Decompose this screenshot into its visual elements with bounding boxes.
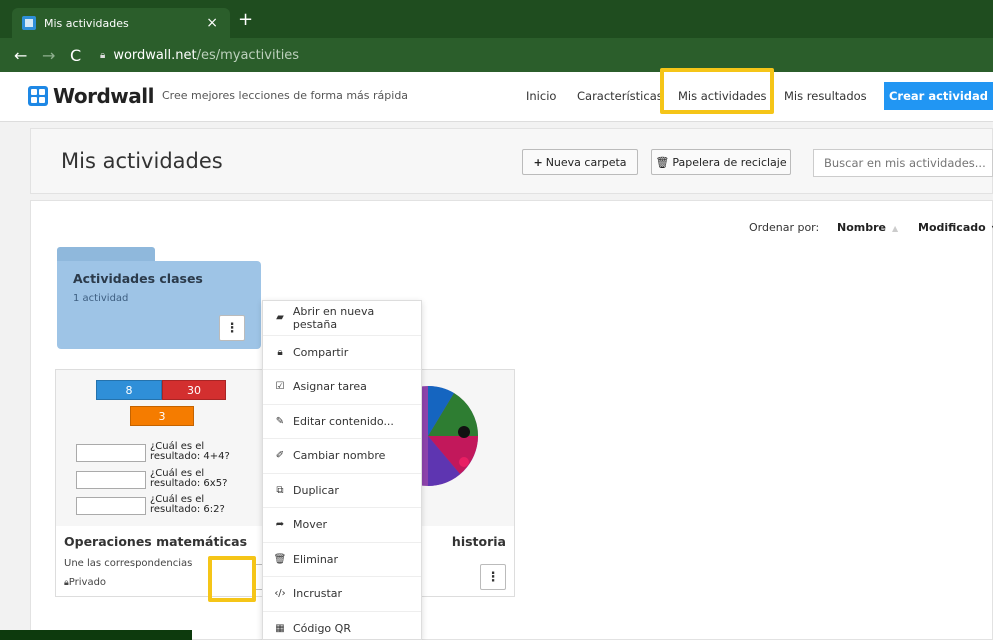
menu-item-move[interactable]: ➦ Mover [263,508,421,543]
lock-icon: 🔒︎ [100,49,106,61]
menu-item-label: Incrustar [293,587,343,601]
menu-item-label: Abrir en nueva pestaña [292,304,375,331]
activity-title: Operaciones matemáticas [64,534,248,549]
back-arrow-icon[interactable]: ← [14,46,28,65]
lock-icon: 🔒︎ [277,346,283,358]
logo-text: Wordwall [53,84,154,108]
nav-mis-resultados[interactable]: Mis resultados [784,89,867,103]
tab-close-icon[interactable]: × [206,15,218,31]
trash-icon: 🗑︎ [655,155,670,169]
recycle-bin-label: Papelera de reciclaje [672,155,787,169]
answer-box [76,444,146,462]
privacy-label: 🔒︎Privado [64,577,106,588]
menu-item-delete[interactable]: 🗑︎ Eliminar [263,543,421,577]
menu-item-label: Código QR [293,622,351,636]
code-icon: ‹/› [274,588,286,600]
folder-title: Actividades clases [73,271,203,286]
status-bar [0,630,192,640]
menu-item-assign[interactable]: ☑ Asignar tarea [263,370,421,405]
folder-card[interactable]: Actividades clases 1 actividad ⋮ [57,261,261,349]
folder-count: 1 actividad [73,293,129,304]
sort-by-name[interactable]: Nombre ▲ [837,221,898,234]
nav-inicio[interactable]: Inicio [526,89,556,103]
browser-tab-bar: Mis actividades × + [0,0,993,38]
highlight-box-menu-button [208,556,256,602]
menu-item-open-new-tab[interactable]: ▰ Abrir en nueva pestaña [263,301,421,336]
wordwall-favicon-icon [22,16,36,30]
menu-item-qr-code[interactable]: ▦ Código QR [263,612,421,640]
sort-name-label: Nombre [837,221,886,234]
menu-item-label: Eliminar [293,552,339,566]
menu-item-edit-content[interactable]: ✎ Editar contenido... [263,405,421,439]
menu-item-label: Editar contenido... [293,414,394,428]
url-field[interactable]: 🔒︎ wordwall.net/es/myactivities [100,48,299,63]
answer-tile: 30 [162,380,226,400]
move-folder-icon: ➦ [275,519,285,531]
question-text: ¿Cuál es el resultado: 6x5? [150,468,228,489]
plus-icon: + [533,155,543,169]
url-domain: wordwall.net [113,47,197,63]
folder-menu-button[interactable]: ⋮ [219,315,245,341]
copy-icon: ⧉ [276,484,284,496]
tab-title: Mis actividades [44,16,129,30]
page-title: Mis actividades [61,149,223,173]
create-activity-button[interactable]: Crear actividad [884,82,993,110]
url-path: /es/myactivities [196,47,300,63]
address-bar: ← → C 🔒︎ wordwall.net/es/myactivities [0,38,993,72]
reload-icon[interactable]: C [70,46,84,65]
wordwall-logo-icon [28,86,48,106]
activity-title-partial: historia [451,534,506,549]
activity-menu-button[interactable]: ⋮ [480,564,506,590]
activities-panel: Ordenar por: Nombre ▲ Modificado▼ Activid… [30,200,993,640]
menu-item-duplicate[interactable]: ⧉ Duplicar [263,474,421,508]
menu-item-embed[interactable]: ‹/› Incrustar [263,577,421,612]
privacy-text: Privado [68,577,107,588]
activity-type: Une las correspondencias [64,558,193,569]
menu-item-label: Cambiar nombre [293,449,386,463]
answer-box [76,471,146,489]
new-folder-label: Nueva carpeta [545,155,627,169]
search-input[interactable] [813,149,993,177]
new-folder-button[interactable]: + Nueva carpeta [522,149,638,175]
page-header: Mis actividades + Nueva carpeta 🗑︎ Papel… [30,128,993,194]
sort-by-modified[interactable]: Modificado▼ [918,221,993,234]
checkbox-icon: ☑ [275,381,285,393]
forward-arrow-icon[interactable]: → [42,46,56,65]
sort-label: Ordenar por: [749,221,820,234]
browser-tab[interactable]: Mis actividades × [12,8,230,38]
menu-item-rename[interactable]: ✐ Cambiar nombre [263,439,421,474]
more-vertical-icon: ⋮ [486,569,500,585]
question-text: ¿Cuál es el resultado: 6:2? [150,494,225,515]
highlight-box-nav [660,68,774,114]
site-header: Wordwall Cree mejores lecciones de forma… [0,72,993,122]
sort-modified-label: Modificado [918,221,986,234]
recycle-bin-button[interactable]: 🗑︎ Papelera de reciclaje [651,149,791,175]
qr-code-icon: ▦ [275,623,285,635]
folder-open-icon: ▰ [276,312,284,324]
menu-item-share[interactable]: 🔒︎ Compartir [263,336,421,370]
sort-up-icon: ▲ [891,224,899,233]
wordwall-logo[interactable]: Wordwall [28,84,154,108]
answer-tile: 3 [130,406,194,426]
pencil-icon: ✎ [275,415,285,427]
more-vertical-icon: ⋮ [225,320,239,336]
question-text: ¿Cuál es el resultado: 4+4? [150,441,230,462]
menu-item-label: Compartir [293,345,349,359]
trash-icon: 🗑︎ [273,553,287,565]
answer-tile: 8 [96,380,162,400]
answer-box [76,497,146,515]
menu-item-label: Asignar tarea [293,380,367,394]
menu-item-label: Mover [293,518,328,532]
nav-caracteristicas[interactable]: Características [577,89,663,103]
tagline: Cree mejores lecciones de forma más rápi… [162,89,409,102]
context-menu: ▰ Abrir en nueva pestaña 🔒︎ Compartir ☑ Asi… [262,300,422,640]
menu-item-label: Duplicar [293,483,339,497]
activity-thumbnail: 8 30 3 ¿Cuál es el resultado: 4+4? ¿Cuál… [56,370,286,526]
edit-icon: ✐ [275,450,285,462]
new-tab-icon[interactable]: + [238,9,253,30]
